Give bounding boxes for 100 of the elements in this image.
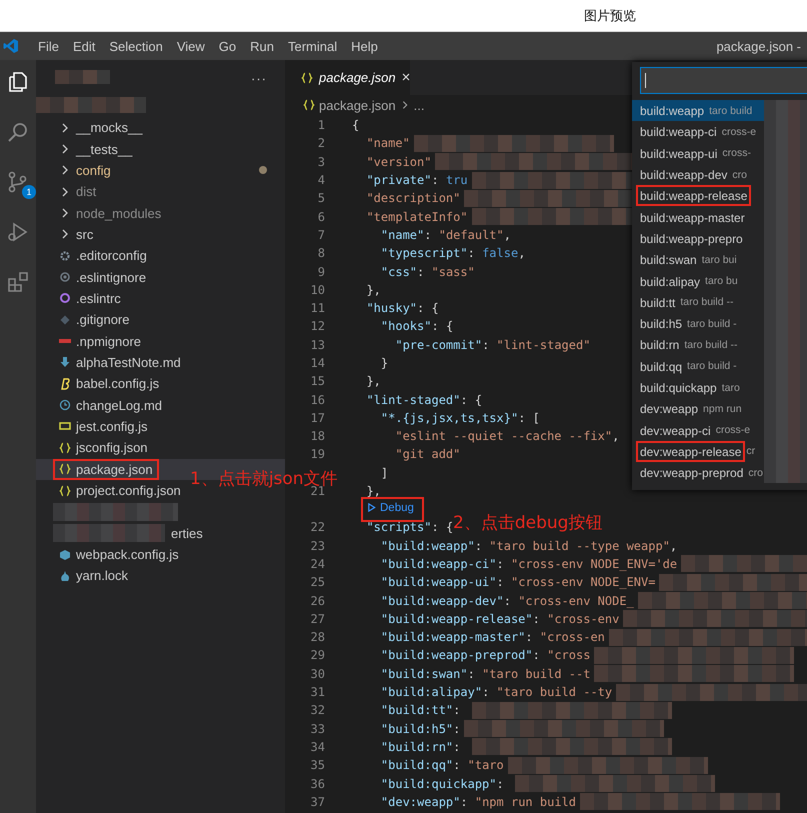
menu-item[interactable]: Selection — [102, 38, 170, 54]
quick-pick-item[interactable]: build:swan taro bui — [632, 249, 764, 270]
script-description: cro — [748, 466, 763, 479]
line-number: 2 — [318, 136, 325, 150]
file-tree-item[interactable]: babel.config.js — [36, 373, 166, 394]
line-number: 12 — [310, 319, 325, 334]
code-line: "scripts": { — [365, 520, 454, 534]
file-name: .eslintrc — [76, 290, 121, 306]
code-line: "build:weapp-release": "cross-env — [380, 612, 620, 626]
code-line: "dev:weapp": "npm run build — [380, 794, 576, 809]
line-number: 31 — [310, 685, 325, 700]
run-debug-icon[interactable] — [6, 220, 30, 244]
quick-pick-item[interactable]: build:rn taro build -- — [632, 334, 764, 356]
breadcrumb-item[interactable]: package.json — [319, 98, 396, 112]
menu-item[interactable]: Help — [344, 38, 385, 54]
quick-pick-item[interactable]: build:weapp-prepro — [632, 228, 764, 250]
code-line: "build:weapp-master": "cross-en — [380, 630, 605, 644]
line-number: 14 — [310, 356, 325, 370]
line-number: 17 — [310, 410, 325, 425]
file-tree-item[interactable]: jsconfig.json — [36, 437, 154, 458]
code-line: }, — [365, 484, 381, 498]
quick-pick-item[interactable]: build:weapp-release — [632, 185, 764, 206]
quick-pick-item[interactable]: dev:weapp-ci cross-e — [632, 419, 764, 441]
script-description: taro build -- — [680, 296, 734, 308]
file-tree-item[interactable]: node_modules — [36, 202, 168, 224]
quick-pick-item[interactable]: build:weapp taro build — [632, 100, 764, 122]
line-number: 37 — [310, 794, 325, 809]
file-tree-item[interactable]: .gitignore — [36, 309, 136, 330]
line-number: 32 — [310, 703, 325, 718]
menu-item[interactable]: File — [31, 38, 66, 54]
file-name: __mocks__ — [76, 120, 142, 136]
editor-tab[interactable]: package.json × — [285, 60, 410, 95]
file-tree-item[interactable]: erties — [36, 522, 209, 544]
file-tree-item[interactable]: project.config.json — [36, 480, 187, 502]
quick-pick-item[interactable]: build:h5 taro build - — [632, 312, 764, 334]
script-description: taro build — [709, 104, 752, 117]
menu-item[interactable]: Terminal — [281, 38, 344, 54]
script-name: build:weapp — [640, 104, 704, 118]
code-line: } — [380, 356, 388, 370]
file-tree-item[interactable]: .eslintignore — [36, 266, 152, 288]
file-tree-item[interactable]: alphaTestNote.md — [36, 352, 187, 374]
file-tree-item[interactable]: __mocks__ — [36, 117, 148, 138]
debug-codelens-link[interactable]: Debug — [361, 496, 424, 522]
script-name: build:weapp-ui — [640, 146, 718, 161]
file-tree-item[interactable]: jest.config.js — [36, 416, 154, 438]
code-line: "*.{js,jsx,ts,tsx}": [ — [380, 410, 540, 425]
line-number: 27 — [310, 612, 325, 626]
file-tree-item[interactable]: src — [36, 224, 100, 246]
extensions-icon[interactable] — [6, 270, 30, 294]
close-button[interactable]: × — [402, 69, 410, 86]
quick-pick-item[interactable]: build:qq taro build - — [632, 356, 764, 377]
quick-pick-item[interactable]: build:weapp-master — [632, 206, 764, 228]
code-line: "templateInfo" — [365, 210, 468, 224]
file-tree-item[interactable]: webpack.config.js — [36, 544, 185, 566]
quick-pick-item[interactable]: build:quickapp taro — [632, 376, 764, 398]
search-icon[interactable] — [6, 120, 30, 144]
file-tree-item[interactable]: __tests__ — [36, 138, 138, 160]
input-field[interactable] — [640, 67, 807, 94]
code-line: { — [351, 118, 360, 132]
code-line: "build:quickapp": — [380, 776, 505, 791]
file-tree-item[interactable]: changeLog.md — [36, 394, 168, 416]
file-tree-item[interactable]: .eslintrc — [36, 288, 127, 310]
code-line: "build:swan": "taro build --t — [380, 666, 590, 681]
file-tree-item[interactable]: config — [36, 160, 285, 182]
quick-pick-item[interactable]: dev:weapp npm run — [632, 398, 764, 420]
file-name: src — [76, 226, 94, 242]
file-tree-item[interactable]: dist — [36, 181, 102, 202]
code-line: }, — [365, 282, 381, 297]
quick-pick-item[interactable]: build:tt taro build -- — [632, 292, 764, 313]
script-description: taro bui — [702, 254, 737, 266]
menu-item[interactable]: Edit — [66, 38, 102, 54]
script-name: build:weapp-dev — [640, 168, 728, 182]
code-line: "version" — [365, 154, 432, 169]
code-line: "build:tt": — [380, 703, 462, 718]
code-line: "build:weapp-preprod": "cross — [380, 648, 590, 662]
file-tree-item[interactable]: .editorconfig — [36, 245, 153, 266]
files-icon[interactable] — [6, 70, 30, 94]
quick-pick-item[interactable]: build:weapp-ui cross- — [632, 142, 764, 164]
breadcrumb-item[interactable]: ... — [414, 98, 424, 112]
more-actions-button[interactable]: ··· — [251, 70, 267, 86]
quick-pick-item[interactable]: build:weapp-ci cross-e — [632, 121, 764, 143]
script-name: build:alipay — [640, 274, 700, 289]
menu-item[interactable]: Run — [243, 38, 281, 54]
code-line: "hooks": { — [380, 319, 454, 334]
script-name: build:swan — [640, 253, 697, 268]
menu-item[interactable]: View — [170, 38, 212, 54]
line-number: 10 — [310, 282, 325, 297]
quick-pick-item[interactable]: build:alipay taro bu — [632, 270, 764, 292]
line-number: 5 — [318, 191, 325, 206]
quick-pick-item[interactable]: dev:weapp-preprod cro — [632, 462, 764, 484]
quick-pick-item[interactable]: build:weapp-dev cro — [632, 164, 764, 186]
menu-item[interactable]: Go — [212, 38, 244, 54]
file-tree-item[interactable]: yarn.lock — [36, 565, 134, 587]
file-name: __tests__ — [76, 142, 132, 157]
code-line: "pre-commit": "lint-staged" — [394, 338, 590, 352]
script-name: build:quickapp — [640, 381, 717, 395]
window-title: 图片预览 — [584, 8, 636, 24]
code-line: "build:weapp": "taro build --type weapp", — [380, 538, 678, 553]
file-tree-item[interactable]: .npmignore — [36, 330, 148, 352]
quick-pick-item[interactable]: dev:weapp-release cr — [632, 440, 764, 462]
